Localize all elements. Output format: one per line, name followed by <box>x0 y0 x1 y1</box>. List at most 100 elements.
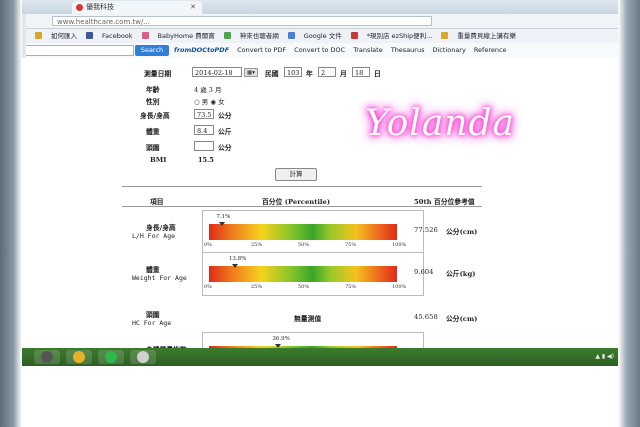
percentile-tick-label: 100% <box>392 284 407 290</box>
bookmark-item[interactable]: BabyHome 費爾寶 <box>141 32 215 40</box>
bookmark-label: Google 文件 <box>303 32 342 40</box>
bookmark-icon <box>141 32 149 39</box>
bookmarks-bar: 如何匯入 Facebook BabyHome 費爾寶 神來也聰者網 Google 文件 *… <box>22 29 618 44</box>
radio-male-icon[interactable]: ○ <box>194 98 200 106</box>
result-row-subtitle: L/H For Age <box>132 232 176 240</box>
addon-toolbar-item[interactable]: Convert to DOC <box>294 46 345 54</box>
percentile-gradient-bar <box>209 266 397 282</box>
taskbar-line-icon[interactable] <box>98 350 124 364</box>
search-button[interactable]: Search <box>135 45 169 56</box>
percentile-tick-label: 25% <box>251 242 263 248</box>
taskbar-app-glyph <box>137 351 149 363</box>
address-bar: www.healthcare.com.tw/... <box>22 14 618 29</box>
percentile-marker-label: 13.8% <box>228 256 247 262</box>
percentile-tick-label: 50% <box>298 242 310 248</box>
percentile-marker-icon <box>219 222 226 226</box>
percentile-tick-label: 0% <box>204 242 212 248</box>
month-unit: 月 <box>340 70 347 78</box>
percentile-tick-label: 75% <box>345 284 357 290</box>
addon-toolbar-item[interactable]: Convert to PDF <box>237 46 286 54</box>
photo-bottom-border <box>22 366 618 405</box>
month-field[interactable]: 2 <box>318 67 336 77</box>
bookmark-icon <box>35 32 42 39</box>
sex-options: ○ 男 ◉ 女 <box>194 96 225 106</box>
bmi-value: 15.5 <box>198 156 214 164</box>
url-field[interactable]: www.healthcare.com.tw/... <box>52 16 432 26</box>
age-value: 4 歲 3 月 <box>194 86 222 94</box>
percentile-marker-label: 7.1% <box>216 214 231 220</box>
col-ref-header: 50th 百分位參考值 <box>414 198 475 206</box>
height-label: 身長/身高 <box>140 112 170 120</box>
bookmark-item[interactable]: 神來也聰者網 <box>223 32 279 40</box>
site-favicon-icon <box>76 4 83 11</box>
taskbar-chrome-icon[interactable] <box>66 350 92 364</box>
calculate-button[interactable]: 計算 <box>275 168 317 181</box>
sex-female-label: 女 <box>218 98 225 106</box>
bookmark-item[interactable]: 重量費貝線上講有樂 <box>441 32 516 40</box>
browser-tab[interactable]: 優我科技 ✕ <box>72 1 202 14</box>
percentile-tick-label: 0% <box>204 284 212 290</box>
head-label: 頭圍 <box>146 144 160 152</box>
no-measurement-text: 無量測值 <box>294 315 322 323</box>
reference-value: 9.604 <box>414 268 434 276</box>
day-field[interactable]: 18 <box>352 67 370 77</box>
bookmark-label: 如何匯入 <box>51 32 77 40</box>
measure-date-field[interactable]: 2014-02-18 <box>192 67 242 77</box>
age-label: 年齡 <box>146 86 160 94</box>
percentile-tick-label: 25% <box>251 284 263 290</box>
result-row-name: 體重 <box>146 266 160 274</box>
bmi-label: BMI <box>150 156 167 164</box>
percentile-gradient-bar <box>209 224 397 240</box>
taskbar-media-icon[interactable] <box>34 350 60 364</box>
addon-toolbar-item[interactable]: Dictionary <box>432 46 465 54</box>
roc-year-field[interactable]: 103 <box>284 67 302 77</box>
reference-unit: 公分(cm) <box>446 315 478 323</box>
measure-date-label: 測量日期 <box>144 70 172 78</box>
bookmark-icon <box>350 32 358 39</box>
system-tray[interactable]: ▲ ▮ ◀) <box>595 353 614 360</box>
watermark-name: Yolanda <box>365 103 515 144</box>
percentile-tick-label: 75% <box>345 242 357 248</box>
result-row-subtitle: HC For Age <box>132 319 172 327</box>
result-row-subtitle: Weight For Age <box>132 274 187 282</box>
percentile-tick-label: 50% <box>298 284 310 290</box>
year-unit: 年 <box>306 70 313 78</box>
weight-field[interactable]: 8.4 <box>194 125 214 135</box>
height-field[interactable]: 73.5 <box>194 109 214 119</box>
reference-unit: 公斤(kg) <box>446 270 476 278</box>
bookmark-icon <box>223 32 231 39</box>
growth-calculator-page: 測量日期 2014-02-18 ▦▾ 民國 103 年 2 月 18 日 年齡 … <box>22 58 618 376</box>
addon-toolbar-item[interactable]: Reference <box>474 46 507 54</box>
bookmark-item[interactable]: *現別店 ezShip便利... <box>350 32 432 40</box>
bookmark-item[interactable]: Facebook <box>86 32 133 40</box>
addon-toolbar-items: fromDOCtoPDF Convert to PDF Convert to DOC… <box>174 43 515 58</box>
sex-male-label: 男 <box>201 98 209 106</box>
taskbar-paint-icon[interactable] <box>130 350 156 364</box>
bookmark-label: 重量費貝線上講有樂 <box>457 32 516 40</box>
height-unit: 公分 <box>218 112 232 120</box>
addon-toolbar-item[interactable]: fromDOCtoPDF <box>174 46 229 54</box>
bookmark-icon <box>441 32 449 39</box>
weight-unit: 公斤 <box>218 128 232 136</box>
head-field[interactable] <box>194 141 214 151</box>
radio-female-icon[interactable]: ◉ <box>210 98 216 106</box>
close-tab-icon[interactable]: ✕ <box>190 1 196 14</box>
reference-value: 45.658 <box>414 313 438 321</box>
addon-toolbar-item[interactable]: Thesaurus <box>391 46 425 54</box>
roc-label: 民國 <box>265 70 279 78</box>
percentile-tick-label: 100% <box>392 242 407 248</box>
addon-toolbar-item[interactable]: Translate <box>353 46 383 54</box>
search-input[interactable] <box>22 45 134 56</box>
header-divider <box>122 206 482 207</box>
bookmark-item[interactable]: Google 文件 <box>287 32 342 40</box>
result-row-name: 頭圍 <box>146 311 160 319</box>
col-percentile-header: 百分位 (Percentile) <box>262 198 331 206</box>
bookmark-icon <box>287 32 295 39</box>
reference-value: 77.526 <box>414 226 438 234</box>
calendar-icon[interactable]: ▦▾ <box>244 68 258 77</box>
bookmark-item[interactable]: 如何匯入 <box>35 32 77 40</box>
addon-toolbar: Search fromDOCtoPDF Convert to PDF Convert… <box>22 43 618 59</box>
reference-unit: 公分(cm) <box>446 228 478 236</box>
taskbar-app-glyph <box>41 351 53 363</box>
result-row-name: 身長/身高 <box>146 224 176 232</box>
